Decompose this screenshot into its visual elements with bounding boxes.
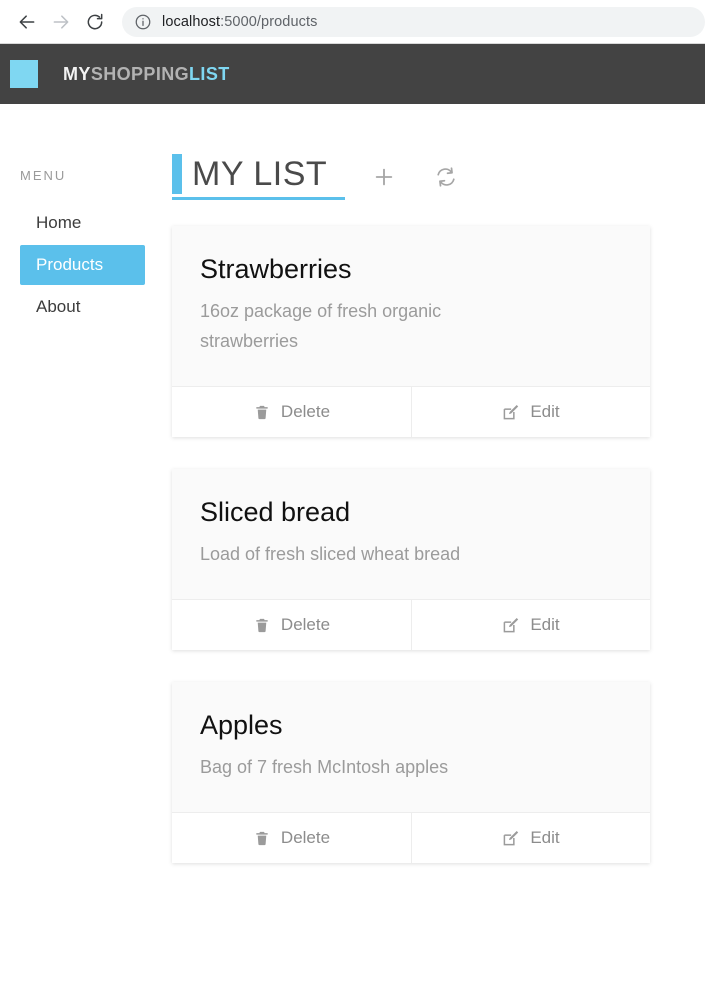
brand-part-list: LIST: [189, 63, 230, 84]
edit-button[interactable]: Edit: [411, 387, 650, 437]
reload-button[interactable]: [78, 5, 112, 39]
edit-button-label: Edit: [530, 615, 560, 634]
delete-button-label: Delete: [280, 615, 331, 634]
page-title: MY LIST: [192, 155, 328, 193]
edit-button[interactable]: Edit: [411, 813, 650, 863]
address-bar[interactable]: localhost:5000/products: [122, 6, 705, 37]
edit-button[interactable]: Edit: [411, 600, 650, 650]
page-title-wrap: MY LIST: [172, 154, 346, 200]
delete-button[interactable]: Delete: [172, 387, 411, 437]
delete-button-label: Delete: [280, 402, 331, 421]
url-path: :5000/products: [220, 13, 318, 30]
edit-button-label: Edit: [530, 402, 560, 421]
product-name: Strawberries: [200, 254, 352, 284]
info-circle-icon[interactable]: [134, 13, 152, 31]
trash-icon: [253, 829, 271, 847]
sidebar: MENU Home Products About: [0, 150, 172, 895]
brand-part-shopping: SHOPPING: [90, 63, 190, 84]
refresh-list-button[interactable]: [433, 162, 459, 200]
pencil-square-icon: [502, 616, 520, 634]
trash-icon: [253, 403, 271, 421]
brand-title[interactable]: MYSHOPPINGLIST: [63, 64, 230, 85]
product-card-body: Sliced bread Load of fresh sliced wheat …: [172, 469, 650, 599]
product-card-body: Strawberries 16oz package of fresh organ…: [172, 226, 650, 386]
browser-toolbar: localhost:5000/products: [0, 0, 705, 44]
forward-button[interactable]: [44, 5, 78, 39]
pencil-square-icon: [502, 829, 520, 847]
product-description: Load of fresh sliced wheat bread: [200, 544, 461, 564]
page-container: MENU Home Products About MY LIST Strawbe…: [0, 104, 705, 895]
product-name: Apples: [200, 710, 283, 740]
product-description: 16oz package of fresh organic strawberri…: [200, 301, 442, 351]
sidebar-item-about[interactable]: About: [20, 287, 145, 327]
product-card-body: Apples Bag of 7 fresh McIntosh apples: [172, 682, 650, 812]
logo-square-icon[interactable]: [10, 60, 38, 88]
reload-icon: [85, 12, 105, 32]
product-card: Sliced bread Load of fresh sliced wheat …: [172, 469, 650, 650]
delete-button[interactable]: Delete: [172, 600, 411, 650]
product-name: Sliced bread: [200, 497, 351, 527]
product-card: Strawberries 16oz package of fresh organ…: [172, 226, 650, 437]
forward-arrow-icon: [51, 12, 71, 32]
product-card-footer: Delete Edit: [172, 812, 650, 863]
page-title-row: MY LIST: [172, 150, 650, 200]
brand-part-my: MY: [63, 63, 91, 84]
back-button[interactable]: [10, 5, 44, 39]
product-description: Bag of 7 fresh McIntosh apples: [200, 757, 449, 777]
add-product-button[interactable]: [371, 162, 397, 200]
sidebar-item-products[interactable]: Products: [20, 245, 145, 285]
url-host: localhost: [162, 13, 221, 30]
plus-icon: [373, 166, 395, 193]
sidebar-menu-label: MENU: [20, 168, 67, 183]
edit-button-label: Edit: [530, 828, 560, 847]
main-content: MY LIST Strawberries 16oz package of fre…: [172, 150, 705, 895]
delete-button-label: Delete: [280, 828, 331, 847]
sidebar-item-home[interactable]: Home: [20, 203, 145, 243]
back-arrow-icon: [17, 12, 37, 32]
delete-button[interactable]: Delete: [172, 813, 411, 863]
pencil-square-icon: [502, 403, 520, 421]
sync-refresh-icon: [435, 166, 457, 193]
address-bar-url: localhost:5000/products: [162, 14, 317, 30]
trash-icon: [253, 616, 271, 634]
title-accent-bar: [172, 154, 182, 194]
product-card-footer: Delete Edit: [172, 386, 650, 437]
product-card: Apples Bag of 7 fresh McIntosh apples De…: [172, 682, 650, 863]
app-header: MYSHOPPINGLIST: [0, 44, 705, 104]
product-card-footer: Delete Edit: [172, 599, 650, 650]
